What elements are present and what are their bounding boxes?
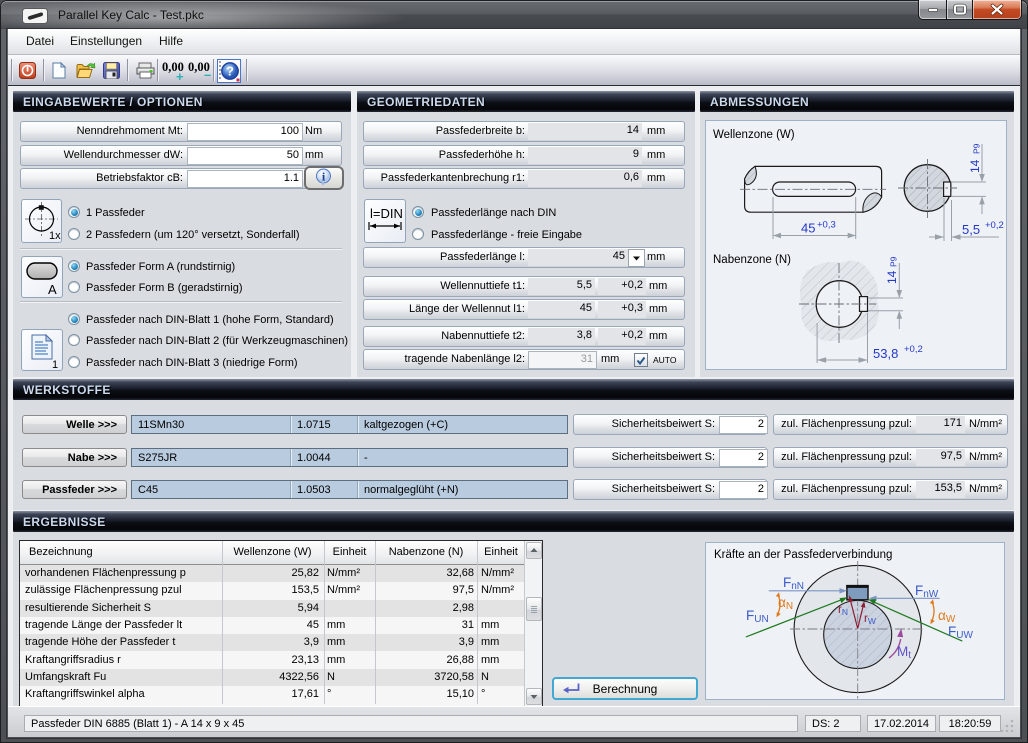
svg-text:1: 1: [52, 359, 58, 370]
svg-text:+0,2: +0,2: [904, 344, 923, 355]
svg-text:1x: 1x: [49, 230, 61, 242]
svg-text:Kräfte an der Passfederverbind: Kräfte an der Passfederverbindung: [714, 549, 892, 561]
svg-text:FnW: FnW: [915, 583, 939, 600]
svg-text:FUN: FUN: [746, 608, 769, 625]
svg-text:?: ?: [226, 64, 234, 79]
svg-text:14: 14: [968, 159, 982, 173]
svg-text:5,5: 5,5: [962, 222, 980, 237]
svg-text:FnN: FnN: [783, 575, 804, 592]
svg-text:+0,3: +0,3: [817, 220, 836, 231]
svg-text:FUW: FUW: [948, 624, 973, 641]
svg-text:Wellenzone (W): Wellenzone (W): [713, 129, 795, 141]
svg-text:+0,2: +0,2: [985, 220, 1004, 231]
svg-text:Nabenzone (N): Nabenzone (N): [713, 254, 791, 266]
svg-text:αW: αW: [938, 608, 956, 625]
svg-text:14: 14: [885, 270, 899, 284]
svg-text:45: 45: [801, 221, 815, 236]
svg-text:αN: αN: [778, 595, 793, 612]
svg-text:l=DIN: l=DIN: [370, 206, 403, 221]
svg-text:53,8: 53,8: [873, 346, 898, 361]
svg-text:P9: P9: [889, 256, 899, 267]
svg-text:A: A: [48, 282, 57, 297]
svg-text:P9: P9: [972, 143, 982, 154]
